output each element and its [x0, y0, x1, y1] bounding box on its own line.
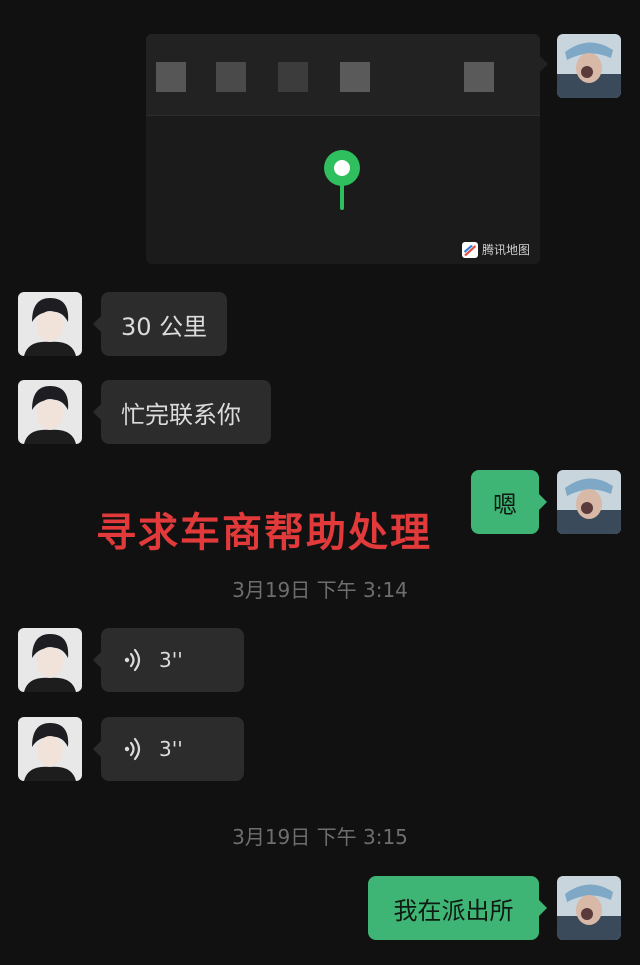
message-text: 嗯 — [493, 490, 517, 519]
message-text: 30 公里 — [121, 312, 208, 341]
contact-avatar[interactable] — [18, 380, 82, 444]
contact-avatar-image — [18, 292, 82, 356]
overlay-caption: 寻求车商帮助处理 — [96, 510, 432, 556]
contact-avatar[interactable] — [18, 628, 82, 692]
message-text: 我在派出所 — [393, 896, 514, 925]
location-pin-icon — [324, 150, 360, 210]
voice-duration: 3'' — [159, 737, 183, 761]
self-avatar-image — [557, 470, 621, 534]
timestamp: 3月19日 下午 3:14 — [232, 578, 408, 602]
self-avatar-image — [557, 34, 621, 98]
self-avatar[interactable] — [557, 34, 621, 98]
contact-avatar-image — [18, 628, 82, 692]
contact-avatar[interactable] — [18, 292, 82, 356]
location-title-blurred — [146, 34, 540, 116]
bubble-tail — [540, 56, 548, 72]
message-bubble[interactable]: 嗯 — [471, 470, 547, 534]
message-bubble[interactable]: 30 公里 — [93, 292, 227, 356]
voice-wave-icon — [124, 737, 141, 761]
contact-avatar-image — [18, 717, 82, 781]
voice-message-bubble[interactable]: 3'' — [93, 628, 244, 692]
self-avatar-image — [557, 876, 621, 940]
map-preview[interactable]: 腾讯地图 — [146, 116, 540, 264]
location-message-card[interactable]: 腾讯地图 — [146, 34, 540, 264]
voice-duration: 3'' — [159, 648, 183, 672]
contact-avatar[interactable] — [18, 717, 82, 781]
contact-avatar-image — [18, 380, 82, 444]
blurred-text-block — [156, 62, 186, 92]
map-attribution: 腾讯地图 — [461, 241, 530, 258]
tencent-map-logo-icon — [461, 241, 478, 258]
blurred-text-block — [464, 62, 494, 92]
message-bubble[interactable]: 忙完联系你 — [93, 380, 271, 444]
message-text: 忙完联系你 — [121, 400, 241, 429]
blurred-text-block — [278, 62, 308, 92]
blurred-text-block — [216, 62, 246, 92]
voice-wave-icon — [124, 648, 141, 672]
blurred-text-block — [340, 62, 370, 92]
self-avatar[interactable] — [557, 470, 621, 534]
self-avatar[interactable] — [557, 876, 621, 940]
timestamp: 3月19日 下午 3:15 — [232, 825, 408, 849]
voice-message-bubble[interactable]: 3'' — [93, 717, 244, 781]
message-bubble[interactable]: 我在派出所 — [368, 876, 547, 940]
map-attribution-label: 腾讯地图 — [481, 243, 530, 257]
